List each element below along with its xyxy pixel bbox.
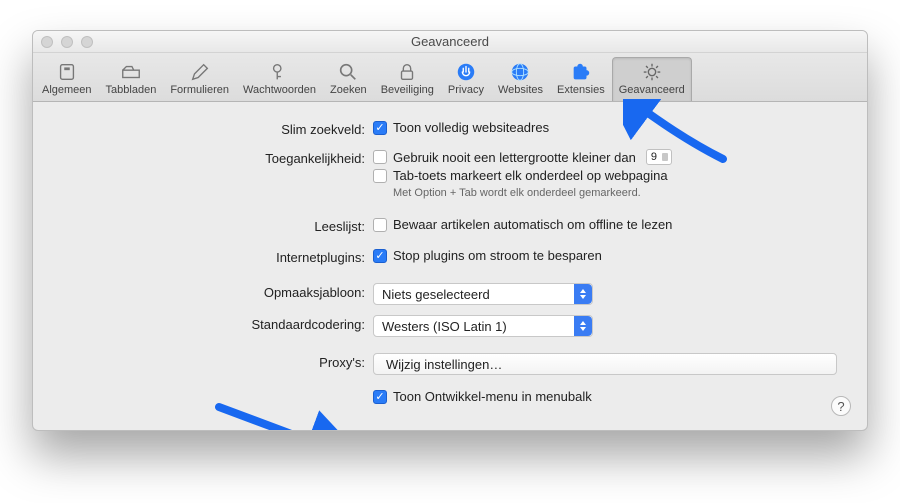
tab-label: Geavanceerd — [619, 84, 685, 96]
tab-highlights-label: Tab-toets markeert elk onderdeel op webp… — [393, 168, 668, 183]
tab-passwords[interactable]: Wachtwoorden — [236, 57, 323, 101]
tab-label: Tabbladen — [106, 84, 157, 96]
tab-label: Formulieren — [170, 84, 229, 96]
tab-websites[interactable]: Websites — [491, 57, 550, 101]
encoding-popup[interactable]: Westers (ISO Latin 1) — [373, 315, 593, 337]
minimize-button[interactable] — [61, 36, 73, 48]
reading-list-label: Leeslijst: — [63, 217, 373, 234]
tab-highlights-checkbox[interactable] — [373, 169, 387, 183]
stop-plugins-checkbox[interactable]: ✓ — [373, 249, 387, 263]
show-full-address-label: Toon volledig websiteadres — [393, 120, 549, 135]
tab-highlights-hint: Met Option + Tab wordt elk onderdeel gem… — [393, 187, 837, 199]
tab-search[interactable]: Zoeken — [323, 57, 374, 101]
hand-icon — [452, 60, 480, 84]
save-offline-checkbox[interactable] — [373, 218, 387, 232]
internet-plugins-label: Internetplugins: — [63, 248, 373, 265]
tabs-icon — [117, 60, 145, 84]
smart-search-label: Slim zoekveld: — [63, 120, 373, 137]
min-font-size-checkbox[interactable] — [373, 150, 387, 164]
close-button[interactable] — [41, 36, 53, 48]
key-icon — [266, 60, 294, 84]
min-font-size-label: Gebruik nooit een lettergrootte kleiner … — [393, 150, 636, 165]
accessibility-label: Toegankelijkheid: — [63, 149, 373, 166]
stylesheet-value: Niets geselecteerd — [382, 287, 490, 302]
encoding-value: Westers (ISO Latin 1) — [382, 319, 507, 334]
tab-label: Zoeken — [330, 84, 367, 96]
tab-label: Extensies — [557, 84, 605, 96]
search-icon — [334, 60, 362, 84]
change-settings-button[interactable]: Wijzig instellingen… — [373, 353, 837, 375]
tab-tabs[interactable]: Tabbladen — [99, 57, 164, 101]
tab-extensions[interactable]: Extensies — [550, 57, 612, 101]
window-controls — [41, 36, 93, 48]
proxies-label: Proxy's: — [63, 353, 373, 370]
stylesheet-popup[interactable]: Niets geselecteerd — [373, 283, 593, 305]
content-area: Slim zoekveld: ✓ Toon volledig websitead… — [33, 102, 867, 430]
window-title: Geavanceerd — [411, 34, 489, 49]
stop-plugins-label: Stop plugins om stroom te besparen — [393, 248, 602, 263]
encoding-label: Standaardcodering: — [63, 315, 373, 332]
tab-label: Wachtwoorden — [243, 84, 316, 96]
tab-general[interactable]: Algemeen — [35, 57, 99, 101]
popup-arrows-icon — [574, 284, 592, 304]
tab-label: Websites — [498, 84, 543, 96]
stylesheet-label: Opmaaksjabloon: — [63, 283, 373, 300]
switch-icon — [53, 60, 81, 84]
puzzle-icon — [567, 60, 595, 84]
lock-icon — [393, 60, 421, 84]
pen-icon — [186, 60, 214, 84]
tab-security[interactable]: Beveiliging — [374, 57, 441, 101]
help-button[interactable]: ? — [831, 396, 851, 416]
preferences-toolbar: Algemeen Tabbladen Formulieren Wachtwoor… — [33, 53, 867, 102]
popup-arrows-icon — [574, 316, 592, 336]
show-full-address-checkbox[interactable]: ✓ — [373, 121, 387, 135]
tab-privacy[interactable]: Privacy — [441, 57, 491, 101]
preferences-window: Geavanceerd Algemeen Tabbladen Formulier… — [32, 30, 868, 431]
tab-advanced[interactable]: Geavanceerd — [612, 57, 692, 101]
tab-autofill[interactable]: Formulieren — [163, 57, 236, 101]
titlebar: Geavanceerd — [33, 31, 867, 53]
gear-icon — [638, 60, 666, 84]
save-offline-label: Bewaar artikelen automatisch om offline … — [393, 217, 672, 232]
tab-label: Algemeen — [42, 84, 92, 96]
zoom-button[interactable] — [81, 36, 93, 48]
show-develop-menu-label: Toon Ontwikkel-menu in menubalk — [393, 389, 592, 404]
show-develop-menu-checkbox[interactable]: ✓ — [373, 390, 387, 404]
min-font-size-select[interactable]: 9 — [646, 149, 672, 165]
tab-label: Privacy — [448, 84, 484, 96]
tab-label: Beveiliging — [381, 84, 434, 96]
globe-icon — [506, 60, 534, 84]
